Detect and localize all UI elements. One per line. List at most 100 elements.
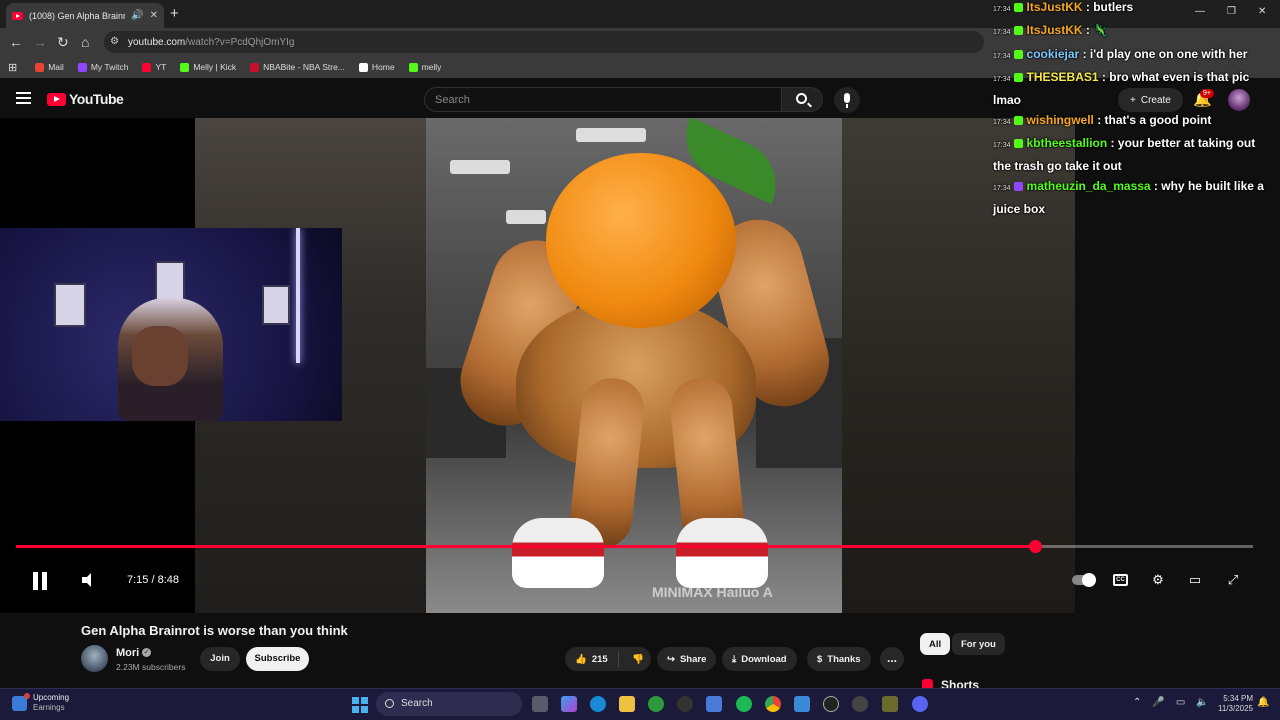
progress-scrubber[interactable] xyxy=(1029,540,1042,553)
twitch-badge-icon xyxy=(1013,182,1023,191)
video-watermark: MINIMAX Hailuo A xyxy=(652,584,773,600)
media-player-icon[interactable] xyxy=(823,696,839,712)
youtube-icon xyxy=(142,62,152,72)
menu-icon[interactable] xyxy=(16,92,31,104)
new-tab-button[interactable]: + xyxy=(170,5,179,22)
thanks-button[interactable]: $ Thanks xyxy=(807,647,871,671)
subscribe-button[interactable]: Subscribe xyxy=(246,647,309,671)
kick-badge-icon xyxy=(1013,139,1023,148)
spotify-icon[interactable] xyxy=(736,696,752,712)
video-frame: MINIMAX Hailuo A xyxy=(426,118,842,613)
chat-message: 17:34 matheuzin_da_massa : why he built l… xyxy=(993,179,1264,216)
webcam-overlay xyxy=(0,228,342,421)
chat-message: 17:34 cookiejar : i'd play one on one wit… xyxy=(993,47,1248,61)
twitch-icon xyxy=(77,62,87,72)
reload-icon[interactable]: ↻ xyxy=(57,34,69,51)
chat-message: 17:34 ItsJustKK : butlers xyxy=(993,0,1134,14)
chrome-icon[interactable] xyxy=(765,696,781,712)
file-explorer-icon[interactable] xyxy=(619,696,635,712)
volume-icon[interactable] xyxy=(82,573,96,587)
streamer-face xyxy=(132,326,188,386)
browser-tab[interactable]: (1008) Gen Alpha Brainrot i 🔊 ✕ xyxy=(6,3,164,28)
download-button[interactable]: ⤓ Download xyxy=(722,647,797,671)
app-icon[interactable] xyxy=(882,696,898,712)
pause-icon[interactable] xyxy=(32,572,48,590)
chevron-up-icon[interactable]: ⌃ xyxy=(1133,697,1141,708)
chip-for-you[interactable]: For you xyxy=(952,633,1005,655)
dislike-button[interactable]: 👎 xyxy=(624,654,644,665)
kick-icon xyxy=(408,62,418,72)
like-button[interactable]: 👍 215 xyxy=(565,651,619,667)
mail-icon xyxy=(35,62,45,72)
notification-center-icon[interactable]: 🔔 xyxy=(1257,697,1269,708)
fullscreen-icon[interactable]: ⤢ xyxy=(1224,572,1242,588)
windows-taskbar xyxy=(0,688,1280,720)
volume-tray-icon[interactable]: 🔈 xyxy=(1196,697,1208,708)
more-actions-button[interactable]: ... xyxy=(880,647,904,671)
site-info-icon[interactable]: ⚙ xyxy=(110,36,119,47)
download-icon: ⤓ xyxy=(732,653,737,665)
bookmark-home[interactable]: Home xyxy=(358,62,395,72)
back-arrow-icon[interactable]: ← xyxy=(9,34,23,50)
settings-gear-icon[interactable]: ⚙ xyxy=(1149,572,1167,588)
video-title: Gen Alpha Brainrot is worse than you thi… xyxy=(81,623,348,638)
captions-icon[interactable]: CC xyxy=(1113,574,1128,586)
led-light-strip xyxy=(296,228,300,363)
close-tab-icon[interactable]: ✕ xyxy=(150,10,158,21)
url-host: youtube.com xyxy=(128,36,186,48)
chat-message: 17:34 wishingwell : that's a good point xyxy=(993,113,1212,127)
theater-mode-icon[interactable]: ▭ xyxy=(1186,572,1204,588)
edge-icon[interactable] xyxy=(590,696,606,712)
network-icon[interactable]: ▭ xyxy=(1176,697,1185,708)
microphone-icon[interactable]: 🎤 xyxy=(1152,697,1164,708)
store-icon[interactable] xyxy=(706,696,722,712)
kick-badge-icon xyxy=(1013,50,1023,59)
search-input[interactable]: Search xyxy=(424,87,782,112)
apps-grid-icon[interactable]: ⊞ xyxy=(8,61,17,74)
youtube-favicon-icon xyxy=(12,11,23,20)
app-icon[interactable] xyxy=(677,696,693,712)
speaker-icon[interactable]: 🔊 xyxy=(131,10,143,21)
photos-icon[interactable] xyxy=(794,696,810,712)
x-logo-icon xyxy=(358,62,368,72)
bookmark-yt[interactable]: YT xyxy=(142,62,166,72)
wall-poster xyxy=(155,261,185,301)
youtube-logo[interactable]: YouTube xyxy=(47,91,124,107)
kick-badge-icon xyxy=(1013,73,1023,82)
thumbs-up-icon: 👍 xyxy=(575,653,587,665)
wall-poster xyxy=(262,285,290,325)
forward-arrow-icon[interactable]: → xyxy=(33,34,47,50)
emote-icon: 🦎 xyxy=(1093,23,1109,37)
time-display: 7:15 / 8:48 xyxy=(127,574,179,586)
chip-all[interactable]: All xyxy=(920,633,951,655)
home-icon[interactable]: ⌂ xyxy=(81,34,89,50)
channel-name[interactable]: Mori xyxy=(116,647,139,659)
voice-search-icon[interactable] xyxy=(834,87,860,113)
weather-widget[interactable]: Upcoming Earnings xyxy=(12,692,69,713)
channel-avatar[interactable] xyxy=(81,645,108,672)
bookmark-melly-kick[interactable]: Melly | Kick xyxy=(180,62,236,72)
bookmark-my-twitch[interactable]: My Twitch xyxy=(77,62,128,72)
chat-message: 17:34 THESEBAS1 : bro what even is that p… xyxy=(993,70,1250,107)
share-button[interactable]: ↪ Share xyxy=(657,647,717,671)
system-tray: ⌃ 🎤 ▭ 🔈 xyxy=(1133,697,1209,708)
taskbar-search[interactable]: Search xyxy=(376,692,522,716)
news-icon xyxy=(12,692,30,711)
kick-badge-icon xyxy=(1013,26,1023,35)
app-icon[interactable] xyxy=(852,696,868,712)
windows-start-icon[interactable] xyxy=(352,697,368,713)
bookmark-mail[interactable]: Mail xyxy=(35,62,64,72)
bookmark-melly[interactable]: melly xyxy=(408,62,441,72)
chat-message: 17:34 kbtheestallion : your better at tak… xyxy=(993,136,1256,173)
bookmark-nbabite[interactable]: NBABite - NBA Stre... xyxy=(250,62,345,72)
discord-icon[interactable] xyxy=(912,696,928,712)
taskbar-clock[interactable]: 5:34 PM 11/3/2025 xyxy=(1213,694,1253,714)
copilot-icon[interactable] xyxy=(561,696,577,712)
task-view-icon[interactable] xyxy=(532,696,548,712)
kick-badge-icon xyxy=(1013,116,1023,125)
url-field[interactable]: youtube.com/watch?v=PcdQhjOmYIg xyxy=(104,31,984,53)
xbox-icon[interactable] xyxy=(648,696,664,712)
search-button[interactable] xyxy=(781,87,823,112)
autoplay-toggle[interactable] xyxy=(1072,573,1096,587)
join-button[interactable]: Join xyxy=(200,647,240,671)
